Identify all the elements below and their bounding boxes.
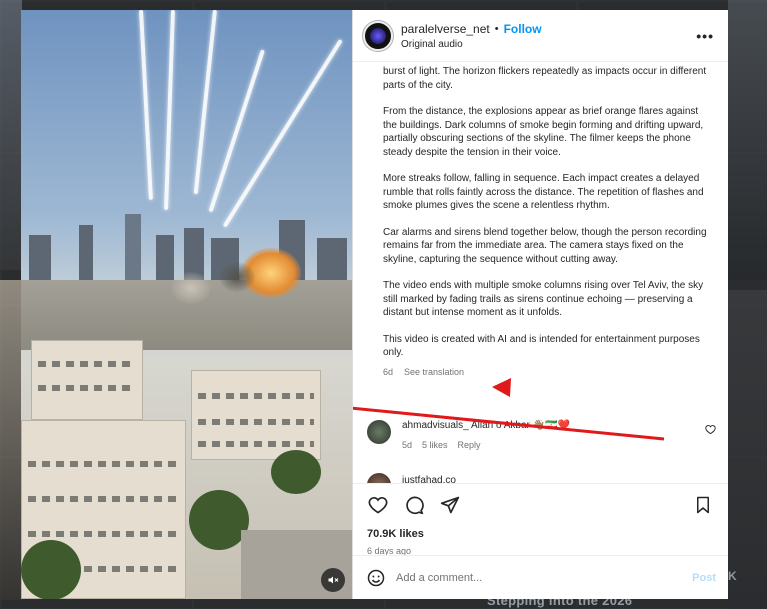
smoke-plume bbox=[171, 272, 211, 304]
tree bbox=[189, 490, 249, 550]
comment-age: 5d bbox=[402, 440, 413, 450]
caption-meta: 6d See translation bbox=[383, 367, 707, 377]
background-thumbnail bbox=[728, 290, 767, 609]
paper-plane-icon bbox=[440, 496, 460, 514]
avatar[interactable] bbox=[367, 420, 391, 444]
caption-age: 6d bbox=[383, 366, 394, 377]
post-username[interactable]: paralelverse_net bbox=[401, 22, 490, 36]
caption: burst of light. The horizon flickers rep… bbox=[383, 63, 707, 377]
caption-paragraph: Car alarms and sirens blend together bel… bbox=[383, 226, 707, 265]
save-button[interactable] bbox=[692, 494, 714, 516]
see-translation-link[interactable]: See translation bbox=[404, 367, 464, 377]
apartment-building bbox=[191, 370, 321, 460]
tree bbox=[271, 450, 321, 494]
tree bbox=[21, 540, 81, 599]
comment-username[interactable]: justfahad.co bbox=[402, 475, 456, 483]
follow-button[interactable]: Follow bbox=[504, 22, 542, 36]
background-letter: K bbox=[728, 569, 737, 583]
audio-label[interactable]: Original audio bbox=[401, 39, 696, 50]
add-comment-bar: Post bbox=[353, 555, 728, 599]
separator-dot: • bbox=[494, 22, 499, 35]
comment-button[interactable] bbox=[403, 494, 425, 516]
comment: ahmadvisuals_ Allah o Akbar 👋🏽🇮🇷❤️ 5d 5 … bbox=[367, 420, 716, 450]
post-header: paralelverse_net • Follow Original audio… bbox=[353, 10, 728, 62]
post-modal: paralelverse_net • Follow Original audio… bbox=[21, 10, 728, 599]
heart-icon bbox=[368, 496, 388, 514]
background-thumbnail bbox=[0, 280, 22, 600]
speaker-muted-icon bbox=[328, 576, 339, 584]
mute-button[interactable] bbox=[321, 568, 345, 592]
background-thumbnail bbox=[0, 0, 22, 270]
bookmark-icon bbox=[697, 496, 709, 514]
apartment-building bbox=[31, 340, 143, 420]
post-actions: 70.9K likes 6 days ago bbox=[353, 483, 728, 556]
smoke-plume bbox=[219, 262, 255, 292]
comments-scroll-area[interactable]: burst of light. The horizon flickers rep… bbox=[353, 63, 728, 483]
caption-paragraph: The video ends with multiple smoke colum… bbox=[383, 280, 704, 318]
like-button[interactable] bbox=[367, 494, 389, 516]
comment-text: Allah o Akbar 👋🏽🇮🇷❤️ bbox=[470, 420, 571, 431]
background-thumbnail bbox=[728, 0, 767, 280]
comment-input[interactable] bbox=[396, 571, 693, 584]
post-video[interactable] bbox=[21, 10, 352, 599]
reply-button[interactable]: Reply bbox=[458, 440, 481, 450]
comment-username[interactable]: ahmadvisuals_ bbox=[402, 420, 469, 431]
caption-paragraph: burst of light. The horizon flickers rep… bbox=[383, 66, 707, 91]
comment-bubble-icon bbox=[406, 496, 424, 515]
comment: justfahad.co bbox=[367, 473, 456, 483]
post-comment-button[interactable]: Post bbox=[692, 572, 716, 584]
caption-paragraph: From the distance, the explosions appear… bbox=[383, 106, 704, 158]
emoji-icon[interactable] bbox=[367, 569, 385, 587]
share-button[interactable] bbox=[439, 494, 461, 516]
caption-paragraph: More streaks follow, falling in sequence… bbox=[383, 173, 704, 211]
comment-likes[interactable]: 5 likes bbox=[422, 440, 448, 450]
avatar[interactable] bbox=[363, 20, 393, 51]
avatar[interactable] bbox=[367, 473, 391, 483]
post-details-panel: paralelverse_net • Follow Original audio… bbox=[352, 10, 728, 599]
likes-count[interactable]: 70.9K likes bbox=[367, 528, 714, 540]
heart-icon[interactable] bbox=[705, 424, 716, 435]
more-options-icon[interactable]: ••• bbox=[696, 28, 714, 44]
caption-ai-disclaimer: This video is created with AI and is int… bbox=[383, 333, 700, 359]
